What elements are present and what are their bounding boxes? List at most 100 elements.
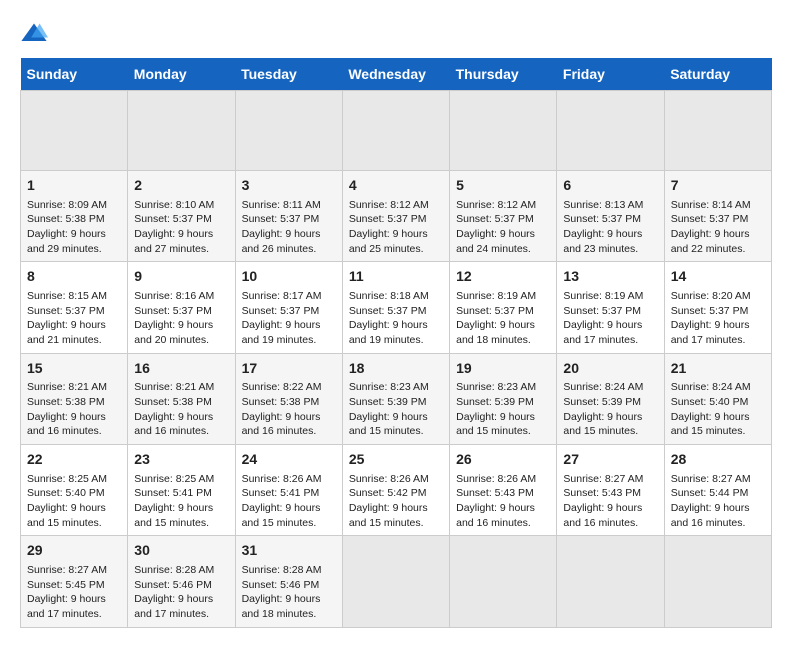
sunset-label: Sunset: 5:37 PM bbox=[563, 305, 641, 317]
day-number: 14 bbox=[671, 267, 765, 287]
calendar-cell: 25Sunrise: 8:26 AMSunset: 5:42 PMDayligh… bbox=[342, 445, 449, 536]
sunset-label: Sunset: 5:40 PM bbox=[27, 487, 105, 499]
cell-info: Sunrise: 8:20 AMSunset: 5:37 PMDaylight:… bbox=[671, 289, 765, 348]
cell-info: Sunrise: 8:15 AMSunset: 5:37 PMDaylight:… bbox=[27, 289, 121, 348]
day-number: 26 bbox=[456, 450, 550, 470]
sunrise-label: Sunrise: 8:10 AM bbox=[134, 199, 214, 211]
calendar-cell: 9Sunrise: 8:16 AMSunset: 5:37 PMDaylight… bbox=[128, 262, 235, 353]
calendar-cell: 17Sunrise: 8:22 AMSunset: 5:38 PMDayligh… bbox=[235, 353, 342, 444]
daylight-label: Daylight: 9 hours and 27 minutes. bbox=[134, 228, 213, 255]
calendar-cell: 30Sunrise: 8:28 AMSunset: 5:46 PMDayligh… bbox=[128, 536, 235, 627]
sunset-label: Sunset: 5:41 PM bbox=[242, 487, 320, 499]
sunrise-label: Sunrise: 8:12 AM bbox=[456, 199, 536, 211]
calendar-cell: 22Sunrise: 8:25 AMSunset: 5:40 PMDayligh… bbox=[21, 445, 128, 536]
sunrise-label: Sunrise: 8:24 AM bbox=[563, 381, 643, 393]
daylight-label: Daylight: 9 hours and 18 minutes. bbox=[242, 593, 321, 620]
day-number: 13 bbox=[563, 267, 657, 287]
calendar-cell bbox=[664, 536, 771, 627]
day-header-friday: Friday bbox=[557, 58, 664, 91]
calendar-cell: 24Sunrise: 8:26 AMSunset: 5:41 PMDayligh… bbox=[235, 445, 342, 536]
daylight-label: Daylight: 9 hours and 23 minutes. bbox=[563, 228, 642, 255]
calendar-cell: 10Sunrise: 8:17 AMSunset: 5:37 PMDayligh… bbox=[235, 262, 342, 353]
daylight-label: Daylight: 9 hours and 17 minutes. bbox=[134, 593, 213, 620]
cell-info: Sunrise: 8:26 AMSunset: 5:41 PMDaylight:… bbox=[242, 472, 336, 531]
sunset-label: Sunset: 5:44 PM bbox=[671, 487, 749, 499]
sunset-label: Sunset: 5:37 PM bbox=[134, 305, 212, 317]
sunset-label: Sunset: 5:40 PM bbox=[671, 396, 749, 408]
calendar-cell: 15Sunrise: 8:21 AMSunset: 5:38 PMDayligh… bbox=[21, 353, 128, 444]
cell-info: Sunrise: 8:19 AMSunset: 5:37 PMDaylight:… bbox=[456, 289, 550, 348]
daylight-label: Daylight: 9 hours and 16 minutes. bbox=[27, 411, 106, 438]
sunrise-label: Sunrise: 8:13 AM bbox=[563, 199, 643, 211]
calendar-cell: 16Sunrise: 8:21 AMSunset: 5:38 PMDayligh… bbox=[128, 353, 235, 444]
cell-info: Sunrise: 8:21 AMSunset: 5:38 PMDaylight:… bbox=[27, 380, 121, 439]
calendar-cell: 28Sunrise: 8:27 AMSunset: 5:44 PMDayligh… bbox=[664, 445, 771, 536]
calendar-cell: 23Sunrise: 8:25 AMSunset: 5:41 PMDayligh… bbox=[128, 445, 235, 536]
day-header-monday: Monday bbox=[128, 58, 235, 91]
calendar-cell: 8Sunrise: 8:15 AMSunset: 5:37 PMDaylight… bbox=[21, 262, 128, 353]
sunset-label: Sunset: 5:39 PM bbox=[349, 396, 427, 408]
sunset-label: Sunset: 5:37 PM bbox=[134, 213, 212, 225]
calendar-cell: 13Sunrise: 8:19 AMSunset: 5:37 PMDayligh… bbox=[557, 262, 664, 353]
day-number: 8 bbox=[27, 267, 121, 287]
daylight-label: Daylight: 9 hours and 15 minutes. bbox=[671, 411, 750, 438]
calendar-table: SundayMondayTuesdayWednesdayThursdayFrid… bbox=[20, 58, 772, 628]
daylight-label: Daylight: 9 hours and 15 minutes. bbox=[349, 502, 428, 529]
calendar-cell bbox=[342, 91, 449, 171]
calendar-cell bbox=[235, 91, 342, 171]
sunset-label: Sunset: 5:38 PM bbox=[134, 396, 212, 408]
cell-info: Sunrise: 8:24 AMSunset: 5:40 PMDaylight:… bbox=[671, 380, 765, 439]
sunset-label: Sunset: 5:37 PM bbox=[27, 305, 105, 317]
cell-info: Sunrise: 8:12 AMSunset: 5:37 PMDaylight:… bbox=[349, 198, 443, 257]
cell-info: Sunrise: 8:27 AMSunset: 5:45 PMDaylight:… bbox=[27, 563, 121, 622]
sunrise-label: Sunrise: 8:21 AM bbox=[27, 381, 107, 393]
day-number: 7 bbox=[671, 176, 765, 196]
calendar-cell bbox=[128, 91, 235, 171]
sunrise-label: Sunrise: 8:16 AM bbox=[134, 290, 214, 302]
cell-info: Sunrise: 8:26 AMSunset: 5:43 PMDaylight:… bbox=[456, 472, 550, 531]
cell-info: Sunrise: 8:21 AMSunset: 5:38 PMDaylight:… bbox=[134, 380, 228, 439]
cell-info: Sunrise: 8:13 AMSunset: 5:37 PMDaylight:… bbox=[563, 198, 657, 257]
calendar-cell bbox=[342, 536, 449, 627]
sunset-label: Sunset: 5:41 PM bbox=[134, 487, 212, 499]
daylight-label: Daylight: 9 hours and 16 minutes. bbox=[456, 502, 535, 529]
sunset-label: Sunset: 5:38 PM bbox=[27, 213, 105, 225]
calendar-cell: 21Sunrise: 8:24 AMSunset: 5:40 PMDayligh… bbox=[664, 353, 771, 444]
calendar-cell: 18Sunrise: 8:23 AMSunset: 5:39 PMDayligh… bbox=[342, 353, 449, 444]
daylight-label: Daylight: 9 hours and 19 minutes. bbox=[349, 319, 428, 346]
day-number: 9 bbox=[134, 267, 228, 287]
sunset-label: Sunset: 5:37 PM bbox=[349, 213, 427, 225]
sunset-label: Sunset: 5:37 PM bbox=[456, 305, 534, 317]
day-number: 2 bbox=[134, 176, 228, 196]
day-number: 5 bbox=[456, 176, 550, 196]
daylight-label: Daylight: 9 hours and 15 minutes. bbox=[349, 411, 428, 438]
sunrise-label: Sunrise: 8:28 AM bbox=[134, 564, 214, 576]
sunrise-label: Sunrise: 8:19 AM bbox=[456, 290, 536, 302]
calendar-cell bbox=[557, 91, 664, 171]
day-header-tuesday: Tuesday bbox=[235, 58, 342, 91]
sunset-label: Sunset: 5:42 PM bbox=[349, 487, 427, 499]
day-number: 12 bbox=[456, 267, 550, 287]
sunset-label: Sunset: 5:46 PM bbox=[242, 579, 320, 591]
sunrise-label: Sunrise: 8:18 AM bbox=[349, 290, 429, 302]
cell-info: Sunrise: 8:11 AMSunset: 5:37 PMDaylight:… bbox=[242, 198, 336, 257]
daylight-label: Daylight: 9 hours and 21 minutes. bbox=[27, 319, 106, 346]
sunrise-label: Sunrise: 8:25 AM bbox=[27, 473, 107, 485]
daylight-label: Daylight: 9 hours and 29 minutes. bbox=[27, 228, 106, 255]
calendar-cell: 3Sunrise: 8:11 AMSunset: 5:37 PMDaylight… bbox=[235, 171, 342, 262]
sunset-label: Sunset: 5:43 PM bbox=[563, 487, 641, 499]
daylight-label: Daylight: 9 hours and 16 minutes. bbox=[242, 411, 321, 438]
sunset-label: Sunset: 5:39 PM bbox=[563, 396, 641, 408]
sunrise-label: Sunrise: 8:26 AM bbox=[242, 473, 322, 485]
calendar-cell bbox=[450, 91, 557, 171]
calendar-cell bbox=[664, 91, 771, 171]
day-number: 20 bbox=[563, 359, 657, 379]
day-number: 23 bbox=[134, 450, 228, 470]
sunset-label: Sunset: 5:37 PM bbox=[242, 305, 320, 317]
sunrise-label: Sunrise: 8:27 AM bbox=[27, 564, 107, 576]
calendar-week-row: 1Sunrise: 8:09 AMSunset: 5:38 PMDaylight… bbox=[21, 171, 772, 262]
day-number: 27 bbox=[563, 450, 657, 470]
cell-info: Sunrise: 8:23 AMSunset: 5:39 PMDaylight:… bbox=[456, 380, 550, 439]
sunrise-label: Sunrise: 8:26 AM bbox=[349, 473, 429, 485]
daylight-label: Daylight: 9 hours and 15 minutes. bbox=[134, 502, 213, 529]
